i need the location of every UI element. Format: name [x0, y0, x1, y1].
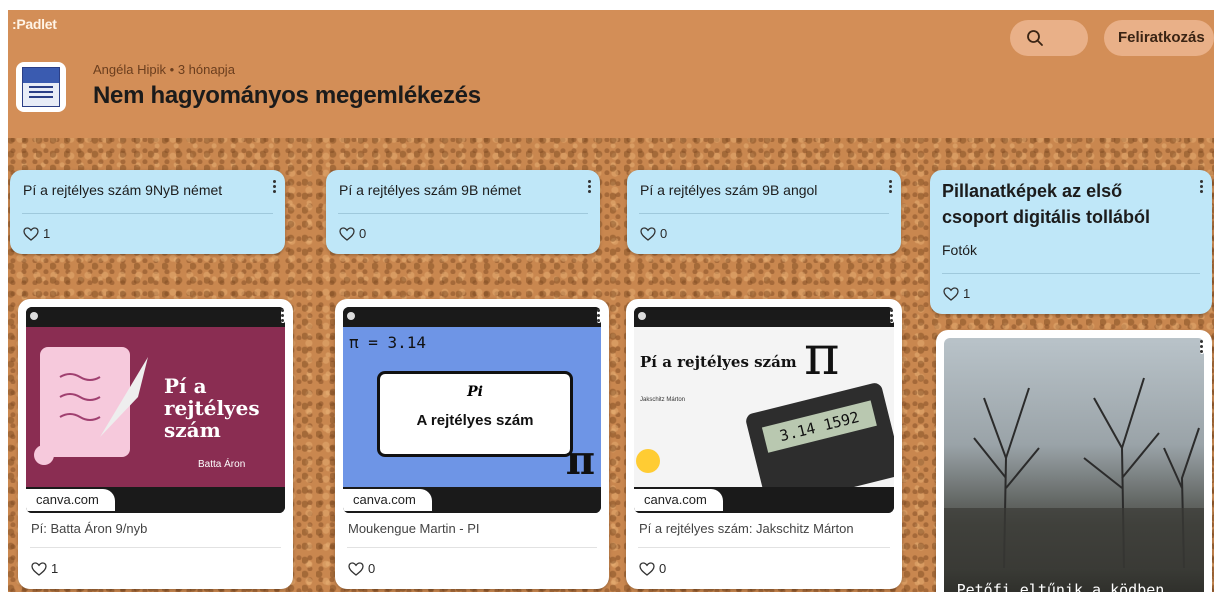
like-button[interactable]: 0 — [339, 226, 366, 241]
school-logo-icon — [22, 67, 60, 107]
heart-icon — [31, 561, 47, 576]
preview-toolbar — [343, 307, 601, 327]
like-button[interactable]: 0 — [640, 226, 667, 241]
post-caption: Pí: Batta Áron 9/nyb — [31, 521, 148, 536]
like-count: 1 — [963, 286, 971, 301]
divider — [22, 213, 273, 214]
link-domain: canva.com — [343, 489, 432, 511]
slide-image: π = 3.14 Pi A rejtélyes szám π — [343, 327, 601, 487]
like-count: 0 — [359, 226, 367, 241]
post-caption: Moukengue Martin - PI — [348, 521, 480, 536]
more-options-icon[interactable] — [597, 309, 601, 323]
slide-title-1: Pi — [467, 384, 483, 400]
like-count: 1 — [51, 561, 59, 576]
section-title: Pillanatképek az első csoport digitális … — [942, 181, 1151, 227]
heart-icon — [23, 226, 39, 241]
like-button[interactable]: 1 — [943, 286, 970, 301]
like-count: 0 — [660, 226, 668, 241]
section-card-3[interactable]: Pí a rejtélyes szám 9B angol 0 — [627, 170, 901, 254]
heart-icon — [943, 286, 959, 301]
like-button[interactable]: 0 — [639, 561, 666, 576]
heart-icon — [348, 561, 364, 576]
more-options-icon[interactable] — [890, 309, 894, 323]
more-options-icon[interactable] — [273, 180, 277, 194]
scroll-quill-icon — [34, 347, 148, 465]
author-name[interactable]: Angéla Hipik — [93, 62, 166, 77]
board-header: :Padlet Angéla Hipik • 3 hónapja Nem hag… — [8, 10, 1214, 138]
like-count: 0 — [368, 561, 376, 576]
divider — [942, 273, 1200, 274]
more-options-icon[interactable] — [1200, 180, 1204, 194]
section-subtitle: Fotók — [942, 242, 978, 258]
board-meta: Angéla Hipik • 3 hónapja — [93, 62, 235, 77]
link-preview[interactable]: π = 3.14 Pi A rejtélyes szám π canva.com — [343, 307, 601, 513]
more-options-icon[interactable] — [889, 180, 893, 194]
padlet-logo[interactable]: :Padlet — [12, 16, 57, 32]
section-title: Pí a rejtélyes szám 9NyB német — [23, 182, 223, 198]
section-card-2[interactable]: Pí a rejtélyes szám 9B német 0 — [326, 170, 600, 254]
more-options-icon[interactable] — [281, 309, 285, 323]
heart-icon — [640, 226, 656, 241]
post-time: 3 hónapja — [177, 62, 235, 77]
like-button[interactable]: 1 — [31, 561, 58, 576]
post-card-3[interactable]: Pí a rejtélyes szám π Jakschitz Márton 3… — [626, 299, 902, 589]
link-domain: canva.com — [634, 489, 723, 511]
post-card-2[interactable]: π = 3.14 Pi A rejtélyes szám π canva.com… — [335, 299, 609, 589]
divider — [30, 547, 281, 548]
divider — [347, 547, 597, 548]
calculator-display: 3.14 1592 — [761, 400, 877, 453]
heart-icon — [639, 561, 655, 576]
preview-toolbar — [26, 307, 285, 327]
board-title: Nem hagyományos megemlékezés — [93, 82, 481, 109]
slide-pi-value: π = 3.14 — [349, 333, 427, 352]
board-avatar — [16, 62, 66, 112]
more-options-icon[interactable] — [588, 180, 592, 194]
subscribe-button[interactable]: Feliratkozás — [1104, 20, 1214, 56]
post-card-1[interactable]: Pí a rejtélyes szám Batta Áron canva.com… — [18, 299, 293, 589]
like-button[interactable]: 0 — [348, 561, 375, 576]
more-options-icon[interactable] — [1200, 340, 1204, 354]
slide-author: Batta Áron — [198, 459, 246, 470]
photo-overlay-text: Petőfi eltűnik a ködben... — [956, 580, 1192, 592]
pi-icon: π — [565, 437, 595, 484]
section-title: Pí a rejtélyes szám 9B német — [339, 182, 522, 198]
slide-image: Pí a rejtélyes szám Batta Áron — [26, 327, 285, 487]
like-count: 0 — [659, 561, 667, 576]
post-card-4[interactable]: Petőfi eltűnik a ködben... — [936, 330, 1212, 592]
like-button[interactable]: 1 — [23, 226, 50, 241]
search-button[interactable] — [1010, 20, 1088, 56]
slide-title: Pí a rejtélyes szám — [640, 353, 797, 371]
divider — [338, 213, 588, 214]
emoji-icon — [636, 449, 660, 473]
link-domain: canva.com — [26, 489, 115, 511]
slide-image: Pí a rejtélyes szám π Jakschitz Márton 3… — [634, 324, 894, 509]
photo-image[interactable]: Petőfi eltűnik a ködben... — [944, 338, 1204, 592]
divider — [638, 547, 890, 548]
divider — [639, 213, 889, 214]
slide-title: Pí a rejtélyes szám — [164, 374, 260, 442]
slide-title-2: A rejtélyes szám — [416, 412, 534, 429]
pi-icon: π — [804, 324, 840, 387]
preview-toolbar — [634, 307, 894, 327]
padlet-board: :Padlet Angéla Hipik • 3 hónapja Nem hag… — [8, 10, 1214, 592]
like-count: 1 — [43, 226, 51, 241]
heart-icon — [339, 226, 355, 241]
section-card-1[interactable]: Pí a rejtélyes szám 9NyB német 1 — [10, 170, 285, 254]
section-title: Pí a rejtélyes szám 9B angol — [640, 182, 818, 198]
link-preview[interactable]: Pí a rejtélyes szám π Jakschitz Márton 3… — [634, 307, 894, 513]
slide-author: Jakschitz Márton — [640, 397, 686, 403]
slide-box: Pi A rejtélyes szám — [377, 371, 573, 457]
bare-trees-icon — [944, 377, 1204, 568]
section-card-4[interactable]: Pillanatképek az első csoport digitális … — [930, 170, 1212, 314]
link-preview[interactable]: Pí a rejtélyes szám Batta Áron canva.com — [26, 307, 285, 513]
post-caption: Pí a rejtélyes szám: Jakschitz Márton — [639, 521, 854, 536]
search-icon — [1027, 30, 1043, 46]
meta-separator: • — [169, 62, 175, 77]
